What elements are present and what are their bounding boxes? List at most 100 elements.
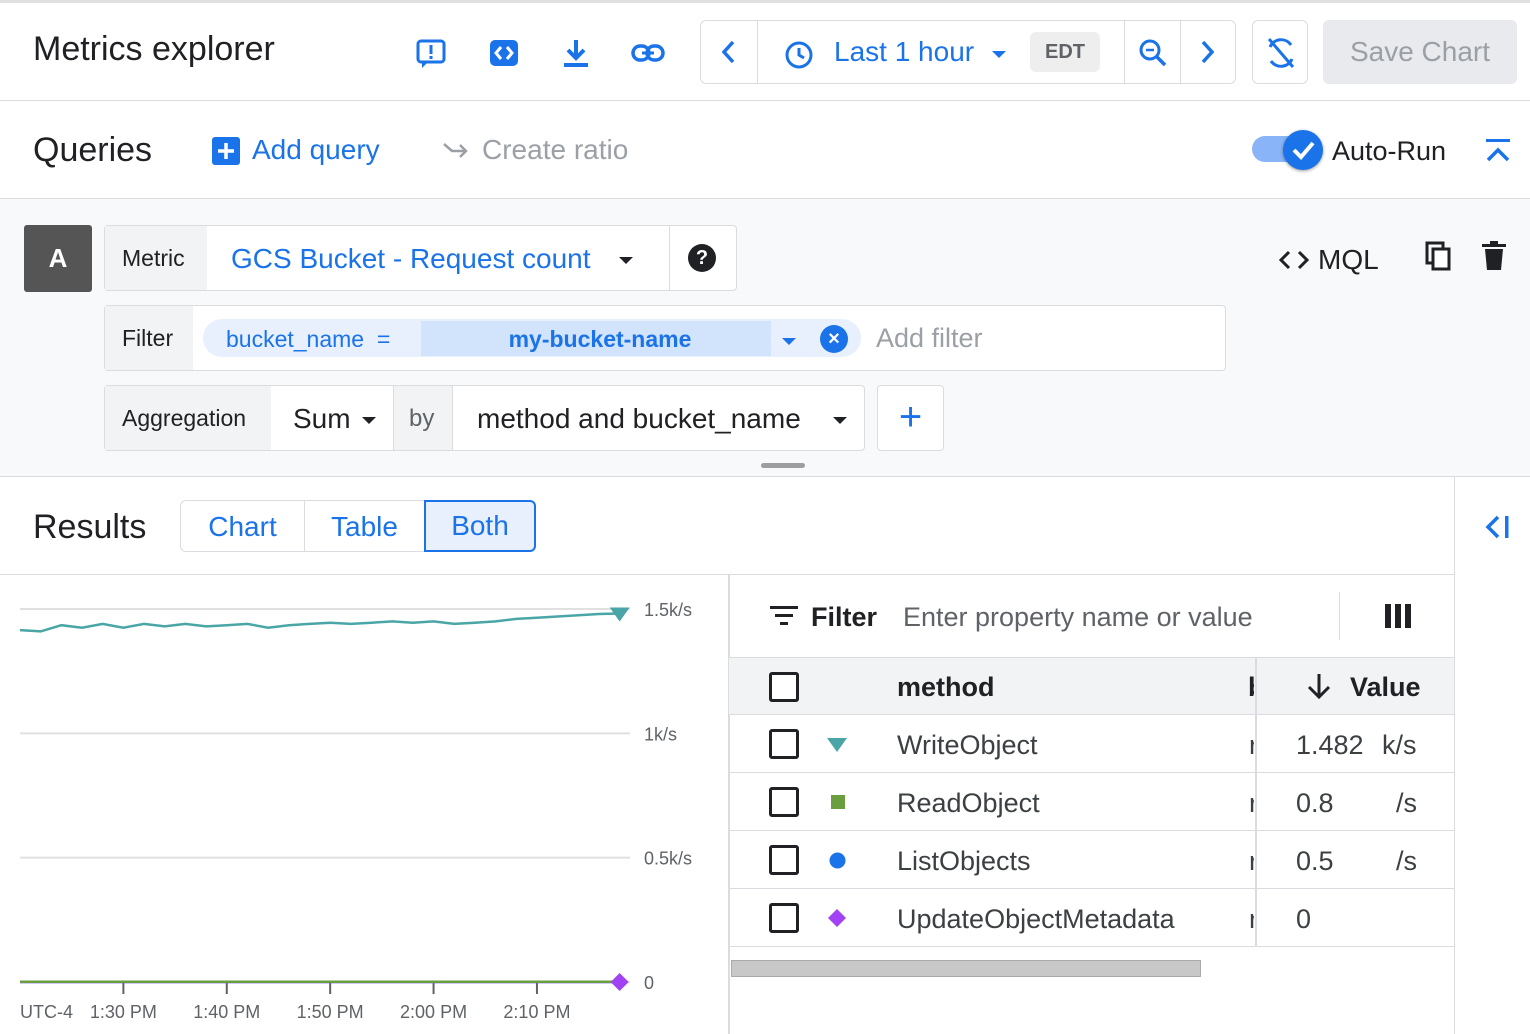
column-header-method[interactable]: method [897,672,995,703]
add-operation-button[interactable]: + [877,385,944,451]
diamond-marker-icon [827,908,847,933]
table-header [729,657,1454,715]
y-tick-label: 1.5k/s [644,600,692,620]
time-back-button[interactable] [700,20,758,84]
page-title: Metrics explorer [33,30,275,68]
ratio-arrow-icon [442,140,470,167]
view-table-button[interactable]: Table [304,500,425,552]
row-truncated-cell: r [1249,846,1254,876]
time-range-select[interactable]: Last 1 hour [834,36,974,68]
row-checkbox[interactable] [769,845,799,875]
series-end-marker [610,973,629,991]
save-chart-button[interactable]: Save Chart [1323,20,1517,84]
row-value: 0.5 [1296,846,1334,876]
chevron-down-icon [832,413,848,431]
y-tick-label: 0.5k/s [644,849,692,869]
divider [669,226,670,290]
aggregation-select[interactable]: Sum [293,403,351,435]
query-id-badge: A [24,225,92,292]
x-origin-label: UTC-4 [20,1002,73,1022]
right-rail [1454,477,1530,1034]
filter-value[interactable]: my-bucket-name [421,326,779,353]
time-series-chart[interactable]: 1.5k/s 1k/s 0.5k/s 0 1:30 PM 1:40 PM 1:50 PM 2:… [0,575,728,1034]
select-all-checkbox[interactable] [769,672,799,702]
column-header-truncated: b [1248,672,1254,703]
view-chart-button[interactable]: Chart [180,500,305,552]
row-checkbox[interactable] [769,787,799,817]
chevron-down-icon [361,413,377,431]
add-box-icon [212,137,240,170]
code-icon[interactable] [487,36,521,70]
table-filter-input[interactable]: Enter property name or value [903,602,1253,633]
time-forward-button[interactable] [1181,20,1235,84]
row-value: 0.8 [1296,788,1334,818]
delete-icon[interactable] [1481,241,1507,276]
divider [1339,592,1340,640]
resize-handle[interactable] [761,463,805,468]
row-method: UpdateObjectMetadata [897,904,1175,934]
filter-label: Filter [122,325,174,351]
add-query-button[interactable]: Add query [252,134,380,166]
x-tick-label: 1:40 PM [193,1002,260,1022]
autorun-label: Auto-Run [1332,136,1447,166]
metric-label: Metric [122,245,185,271]
series-line [19,612,620,633]
sync-off-button[interactable] [1252,20,1308,84]
row-checkbox[interactable] [769,729,799,759]
row-unit: /s [1396,846,1418,876]
link-icon[interactable] [631,36,665,70]
add-filter-input[interactable]: Add filter [876,323,983,354]
filter-key: bucket_name = [226,326,391,352]
row-checkbox[interactable] [769,903,799,933]
table-filter-label: Filter [811,602,878,632]
download-icon[interactable] [559,36,593,70]
row-truncated-cell: r [1249,730,1254,760]
row-method: ListObjects [897,846,1031,876]
collapse-icon[interactable] [1484,138,1512,169]
y-tick-label: 0 [644,973,654,993]
expand-panel-icon[interactable] [1484,513,1512,546]
horizontal-scrollbar[interactable] [731,960,1201,977]
zoom-icon[interactable] [1138,38,1168,73]
create-ratio-button[interactable]: Create ratio [482,134,628,166]
by-label: by [409,405,435,432]
copy-icon[interactable] [1425,241,1451,276]
divider [1124,20,1125,84]
code-brackets-icon [1278,248,1310,277]
row-truncated-cell: r [1249,788,1254,818]
circle-marker-icon [829,852,846,874]
metric-select[interactable]: GCS Bucket - Request count [231,243,591,275]
column-settings-icon[interactable] [1385,603,1411,634]
x-tick-label: 2:00 PM [400,1002,467,1022]
help-icon[interactable]: ? [688,244,716,272]
column-header-value[interactable]: Value [1350,672,1421,703]
x-tick-label: 2:10 PM [503,1002,570,1022]
row-method: ReadObject [897,788,1040,818]
square-marker-icon [831,795,845,814]
x-tick-label: 1:50 PM [297,1002,364,1022]
mql-button[interactable]: MQL [1318,244,1379,276]
triangle-marker-icon [826,737,848,758]
check-icon[interactable] [1283,130,1323,170]
arrow-down-icon[interactable] [1306,672,1332,705]
group-by-select[interactable]: method and bucket_name [477,403,801,435]
chevron-down-icon[interactable] [781,334,797,352]
timezone-badge[interactable]: EDT [1030,32,1100,72]
clock-icon [784,40,814,75]
x-tick-label: 1:30 PM [90,1002,157,1022]
aggregation-label: Aggregation [122,405,247,431]
row-unit: k/s [1382,730,1417,760]
view-both-button[interactable]: Both [424,500,536,552]
chevron-down-icon [618,253,634,271]
feedback-icon[interactable] [414,36,448,70]
filter-list-icon [770,603,798,632]
queries-title: Queries [33,131,153,169]
row-unit: /s [1396,788,1418,818]
remove-filter-icon[interactable]: × [820,325,848,353]
chevron-down-icon [990,48,1008,66]
row-value: 0 [1296,904,1312,934]
results-title: Results [33,508,147,546]
row-value: 1.482 [1296,730,1364,760]
y-tick-label: 1k/s [644,724,677,744]
row-method: WriteObject [897,730,1038,760]
